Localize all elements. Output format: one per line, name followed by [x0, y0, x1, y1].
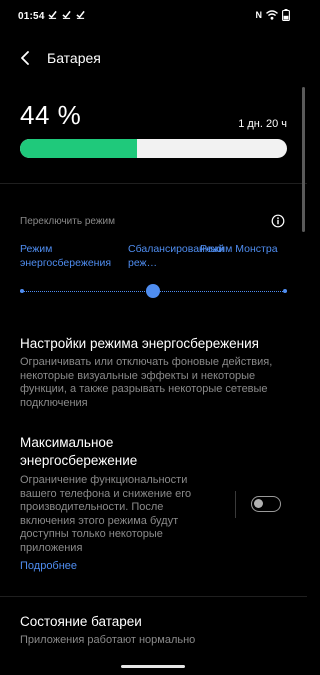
status-system-icons: N — [256, 9, 291, 21]
power-saving-settings-description: Ограничивать или отключать фоновые дейст… — [20, 356, 273, 409]
power-saving-settings-title[interactable]: Настройки режима энергосбережения — [20, 335, 290, 353]
battery-level-fill — [20, 139, 138, 158]
battery-icon — [282, 9, 290, 21]
battery-time-remaining: 1 дн. 20 ч — [238, 118, 287, 130]
mode-slider-thumb[interactable] — [146, 284, 160, 298]
status-time: 01:54 — [18, 11, 45, 22]
mode-option-balanced[interactable]: Сбалансированный реж… — [128, 242, 224, 270]
toggle-separator — [235, 491, 236, 518]
battery-percent: 44 % — [20, 100, 82, 130]
app-bar: Батарея — [0, 40, 307, 76]
toggle-knob — [254, 499, 263, 508]
status-notification-icons — [48, 10, 85, 19]
max-power-saving-title: Максимальное энергосбережение — [20, 435, 138, 468]
back-arrow-icon — [21, 51, 29, 65]
home-indicator[interactable] — [121, 665, 185, 668]
mode-switch-label: Переключить режим — [20, 216, 115, 227]
page-title: Батарея — [47, 50, 101, 66]
mode-slider[interactable] — [20, 283, 287, 299]
mode-slider-stop — [20, 289, 24, 293]
check-icon — [62, 10, 71, 19]
scrollbar[interactable] — [302, 87, 305, 232]
battery-status-description: Приложения работают нормально — [20, 634, 196, 646]
check-icon — [76, 10, 85, 19]
max-power-saving-toggle[interactable] — [251, 496, 281, 512]
divider — [0, 596, 307, 597]
learn-more-link[interactable]: Подробнее — [20, 560, 77, 572]
mode-option-monster[interactable]: Режим Монстра — [200, 242, 292, 256]
mode-slider-stop — [283, 289, 287, 293]
battery-level-bar — [20, 139, 287, 158]
battery-status-title[interactable]: Состояние батареи — [20, 613, 290, 631]
info-icon — [271, 214, 285, 228]
check-icon — [48, 10, 57, 19]
divider — [0, 183, 307, 184]
back-button[interactable] — [14, 47, 36, 69]
mode-info-button[interactable] — [271, 214, 285, 228]
mode-option-power-saving[interactable]: Режим энергосбережения — [20, 242, 112, 270]
max-power-saving-description: Ограничение функциональности вашего теле… — [20, 474, 192, 554]
status-bar: 01:54 N — [0, 0, 307, 34]
nfc-icon: N — [255, 10, 263, 20]
wifi-icon — [266, 10, 278, 20]
